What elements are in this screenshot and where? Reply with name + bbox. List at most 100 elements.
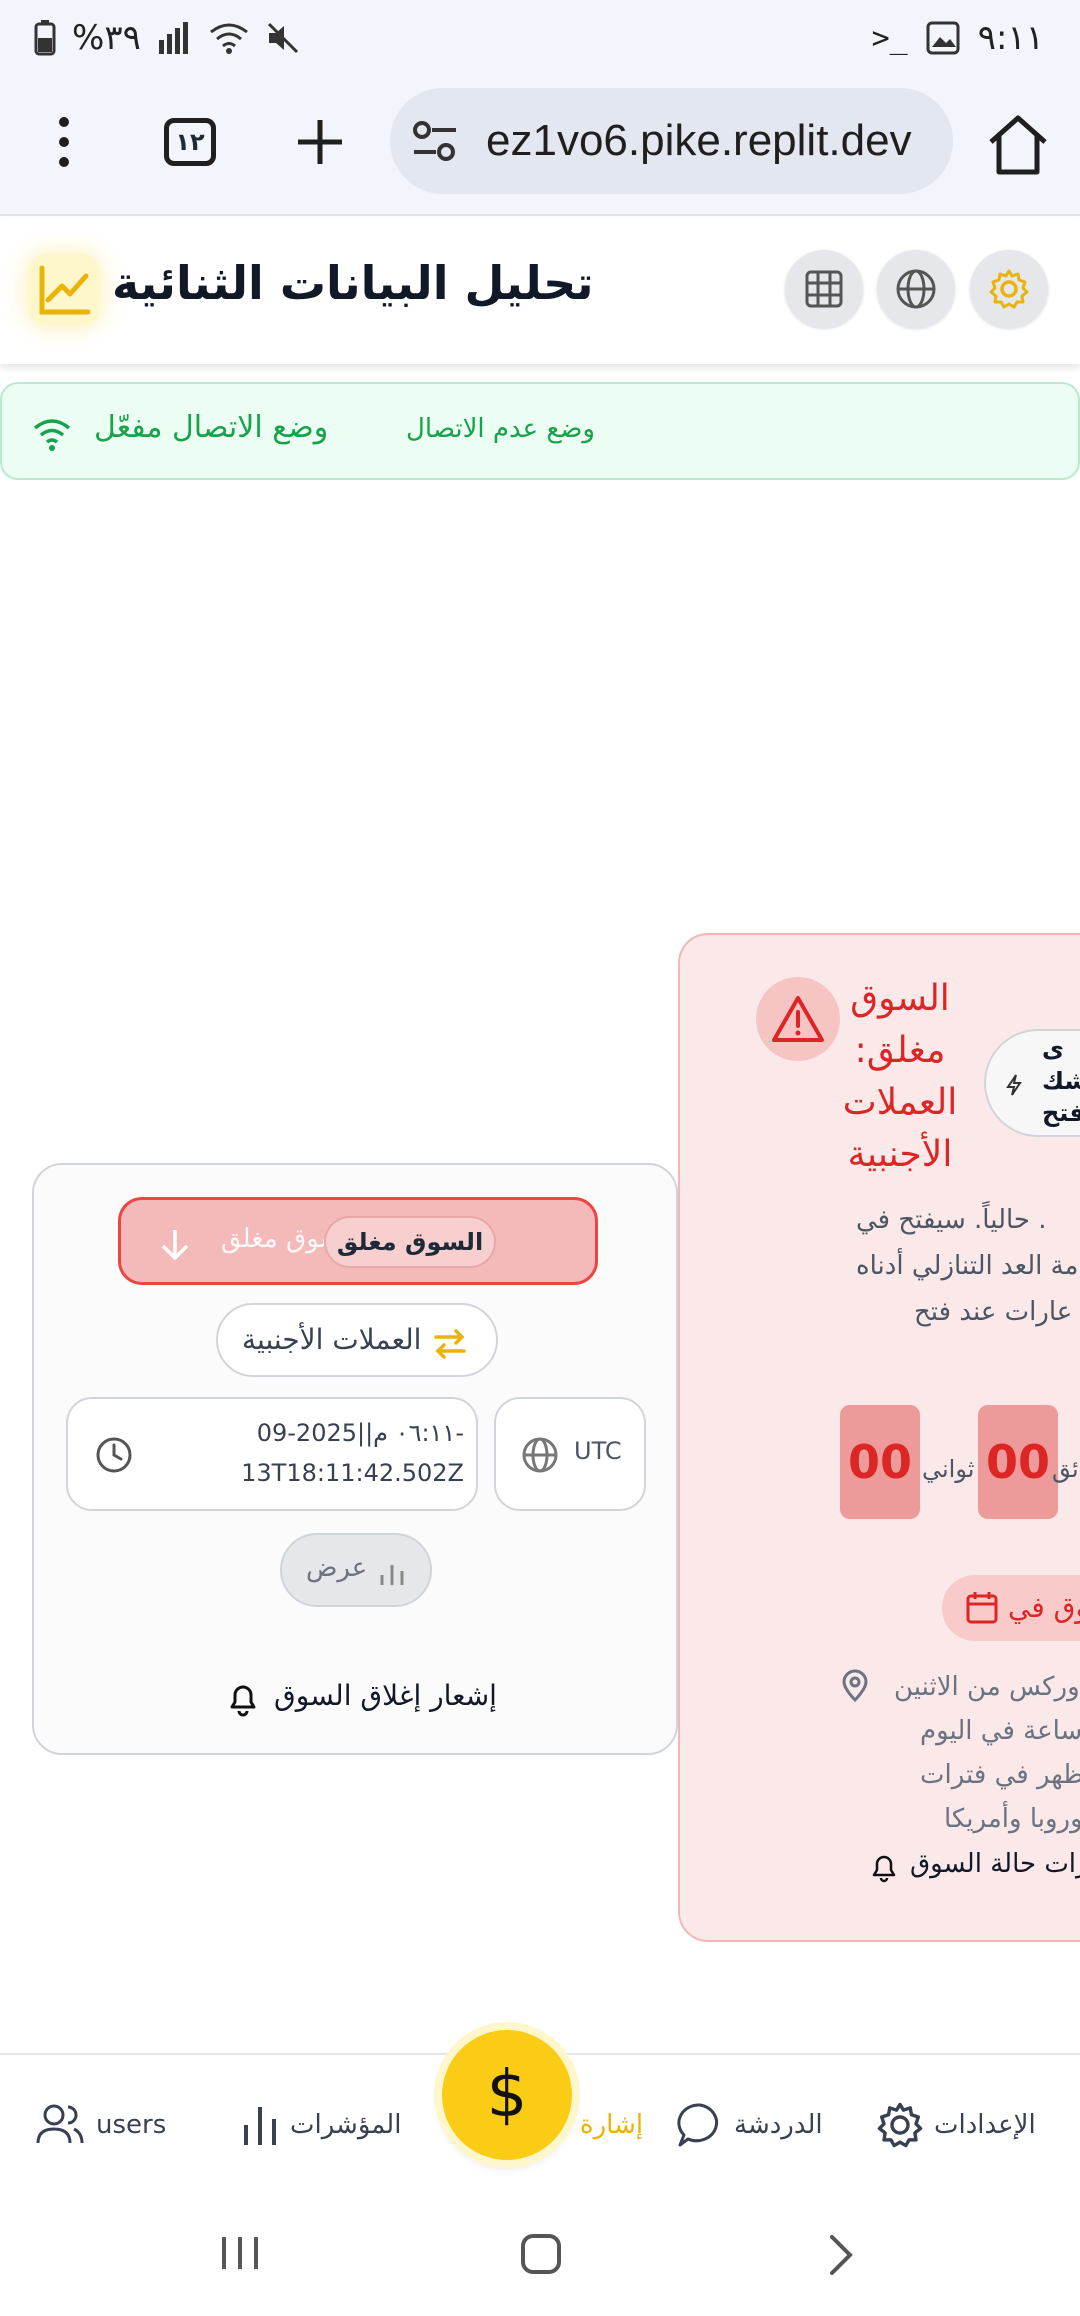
address-bar[interactable]: ez1vo6.pike.replit.dev [390,88,953,194]
home-nav-icon[interactable] [520,2233,562,2275]
more-menu-icon[interactable] [52,116,76,168]
chip-line-1: ى [1042,1035,1064,1063]
nav-chat-label: الدردشة [734,2110,823,2140]
market-status-notifications[interactable]: رات حالة السوق [868,1845,1080,1889]
swap-arrows-icon [434,1329,466,1359]
nav-indicators-label: المؤشرات [290,2110,402,2140]
forex-selector[interactable]: العملات الأجنبية [216,1303,498,1377]
nav-users-label: users [96,2110,167,2140]
warning-icon [772,996,824,1042]
new-tab-icon[interactable] [294,116,346,168]
market-open-time-pill[interactable]: وق في [942,1575,1080,1641]
status-left: %٣٩ [34,18,301,58]
datetime-line-2: 13T18:11:42.502Z [241,1459,464,1487]
dollar-fab-button[interactable]: $ [442,2030,572,2160]
view-button[interactable]: عرض [280,1533,432,1607]
status-time: ٩:١١ [977,18,1044,58]
system-navigation [0,2191,1080,2316]
connection-banner: وضع الاتصال مفعّل وضع عدم الاتصال [0,382,1080,480]
countdown-minutes: 00 [978,1405,1058,1519]
app-header: تحليل البيانات الثنائية [0,218,1080,364]
market-status-card: السوق مغلق السوق مغلق العملات الأجنبية ٠… [32,1163,678,1755]
market-detail-description: حالياً. سيفتح في . مة العد التنازلي أدنا… [680,1197,1080,1335]
warning-badge [756,977,840,1061]
language-button[interactable] [877,250,955,328]
settings-button[interactable] [970,250,1048,328]
offline-mode-toggle[interactable]: وضع عدم الاتصال [406,414,595,444]
market-detail-title: السوق مغلق: العملات الأجنبية [842,978,958,1175]
bar-chart-icon [380,1565,404,1585]
nav-chat[interactable]: الدردشة [676,2095,823,2155]
grid-icon [805,270,843,308]
globe-icon [522,1437,558,1473]
image-icon [926,21,960,55]
view-label: عرض [306,1553,368,1583]
recent-apps-icon[interactable] [218,2233,262,2273]
nav-signal[interactable]: إشارة [580,2095,643,2155]
home-icon[interactable] [985,112,1051,178]
hours-line-3: تظهر في فترات [920,1760,1080,1790]
countdown-seconds-label: ثواني [922,1455,975,1483]
countdown-minutes-label: ائق [1052,1455,1080,1483]
users-icon [36,2104,84,2144]
site-settings-icon[interactable] [412,120,458,162]
status-notify-label: رات حالة السوق [910,1849,1080,1879]
tab-switcher-button[interactable]: ١٢ [164,118,216,166]
chip-line-2: شك [1042,1067,1080,1095]
chat-bubble-icon [677,2103,719,2147]
back-nav-icon[interactable] [826,2233,856,2277]
chart-line-icon [39,265,91,315]
status-bar: %٣٩ >_ ٩:١١ [0,0,1080,80]
clock-icon [96,1437,132,1473]
bell-icon [230,1685,256,1717]
calendar-label: وق في [1008,1591,1080,1624]
market-close-notification[interactable]: إشعار إغلاق السوق [224,1673,524,1721]
market-closed-chip: السوق مغلق [324,1216,496,1268]
market-detail-card: السوق مغلق: العملات الأجنبية ى شك فتح حا… [678,933,1080,1942]
grid-button[interactable] [785,250,863,328]
desc-line-1: حالياً. سيفتح في . [856,1205,1047,1235]
url-text: ez1vo6.pike.replit.dev [486,116,912,165]
nav-settings[interactable]: الإعدادات [876,2095,1036,2155]
terminal-icon: >_ [871,20,908,56]
timezone-selector[interactable]: UTC [494,1397,646,1511]
market-open-chip[interactable]: ى شك فتح [984,1029,1080,1137]
bolt-icon [1006,1074,1022,1096]
globe-icon [896,269,936,309]
hours-line-2: ساعة في اليوم. [920,1716,1080,1746]
datetime-display: ٠٦:١١ م||2025-09- 13T18:11:42.502Z [66,1397,478,1511]
wifi-icon [33,419,71,451]
countdown-seconds: 00 [840,1405,920,1519]
gear-icon [989,269,1029,309]
gear-icon [877,2102,923,2148]
desc-line-3: عارات عند فتح [914,1297,1073,1327]
online-mode-label: وضع الاتصال مفعّل [94,410,329,445]
nav-signal-label: إشارة [580,2110,644,2140]
battery-percent: %٣٩ [72,18,141,58]
arrow-down-icon [161,1230,189,1261]
hours-line-4: وروبا وأمريكا. [944,1804,1080,1834]
battery-icon [34,20,56,56]
status-right: >_ ٩:١١ [872,18,1044,58]
desc-line-2: مة العد التنازلي أدناه [856,1251,1079,1281]
market-closed-banner[interactable]: السوق مغلق السوق مغلق [118,1197,598,1285]
browser-toolbar: ١٢ ez1vo6.pike.replit.dev [0,80,1080,216]
calendar-icon [966,1592,998,1624]
logo [28,254,100,326]
nav-users[interactable]: users [34,2095,166,2155]
nav-indicators[interactable]: المؤشرات [240,2095,401,2155]
bell-icon [872,1855,896,1883]
signal-icon [158,22,188,54]
chip-line-3: فتح [1042,1099,1080,1127]
forex-label: العملات الأجنبية [242,1323,422,1356]
notify-label: إشعار إغلاق السوق [274,1679,497,1712]
wifi-status-icon [209,23,248,54]
mute-icon [267,22,298,54]
datetime-text: ٠٦:١١ م||2025-09- 13T18:11:42.502Z [168,1413,464,1493]
market-hours-info: ورکس من الاثنين ساعة في اليوم. تظهر في ف… [680,1665,1080,1841]
page-title: تحليل البيانات الثنائية [112,256,594,310]
timezone-label: UTC [574,1437,622,1465]
hours-line-1: ورکس من الاثنين [894,1672,1080,1702]
nav-settings-label: الإعدادات [934,2110,1036,2140]
datetime-line-1: ٠٦:١١ م||2025-09- [256,1419,464,1447]
